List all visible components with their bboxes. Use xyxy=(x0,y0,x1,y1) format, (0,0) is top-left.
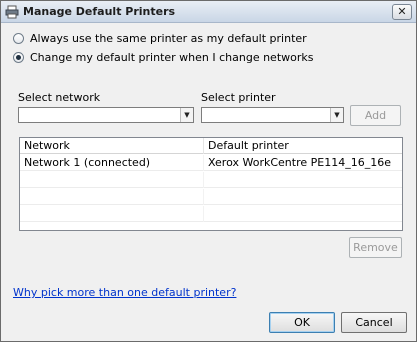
cell-default-printer xyxy=(204,172,402,188)
network-printer-table[interactable]: Network Default printer Network 1 (conne… xyxy=(19,137,403,231)
add-button[interactable]: Add xyxy=(350,105,401,126)
cell-network xyxy=(20,172,204,188)
close-button[interactable]: ✕ xyxy=(392,4,412,20)
radio-always-same[interactable]: Always use the same printer as my defaul… xyxy=(13,31,307,45)
select-printer-combobox[interactable]: ▼ xyxy=(201,107,344,123)
help-link[interactable]: Why pick more than one default printer? xyxy=(13,286,236,299)
select-network-combobox[interactable]: ▼ xyxy=(18,107,194,123)
column-header-default-printer[interactable]: Default printer xyxy=(204,138,402,154)
cancel-button[interactable]: Cancel xyxy=(341,312,407,333)
cell-default-printer: Xerox WorkCentre PE114_16_16e xyxy=(208,156,391,169)
cell-network xyxy=(20,189,204,205)
radio-label-change-with-network: Change my default printer when I change … xyxy=(30,50,314,64)
select-printer-label: Select printer xyxy=(201,91,276,104)
select-network-label: Select network xyxy=(18,91,101,104)
table-row[interactable]: Network 1 (connected) Xerox WorkCentre P… xyxy=(20,155,402,171)
manage-default-printers-dialog: Manage Default Printers ✕ Always use the… xyxy=(0,0,417,342)
table-header: Network Default printer xyxy=(20,138,402,154)
chevron-down-icon[interactable]: ▼ xyxy=(180,108,193,122)
cell-default-printer xyxy=(204,189,402,205)
close-icon: ✕ xyxy=(397,5,407,18)
column-header-network[interactable]: Network xyxy=(20,138,204,154)
window-title: Manage Default Printers xyxy=(23,5,176,18)
cell-default-printer xyxy=(204,206,402,222)
remove-button[interactable]: Remove xyxy=(349,237,402,258)
title-bar: Manage Default Printers ✕ xyxy=(1,1,416,23)
cell-network: Network 1 (connected) xyxy=(20,155,204,171)
cell-network xyxy=(20,206,204,222)
radio-button-change-with-network[interactable] xyxy=(13,51,24,63)
table-row xyxy=(20,206,402,222)
radio-label-always-same: Always use the same printer as my defaul… xyxy=(30,31,307,45)
radio-button-always-same[interactable] xyxy=(13,32,24,44)
table-row xyxy=(20,172,402,188)
ok-button[interactable]: OK xyxy=(269,312,335,333)
table-row xyxy=(20,189,402,205)
radio-change-with-network[interactable]: Change my default printer when I change … xyxy=(13,50,314,64)
printer-icon xyxy=(5,5,19,19)
chevron-down-icon[interactable]: ▼ xyxy=(330,108,343,122)
